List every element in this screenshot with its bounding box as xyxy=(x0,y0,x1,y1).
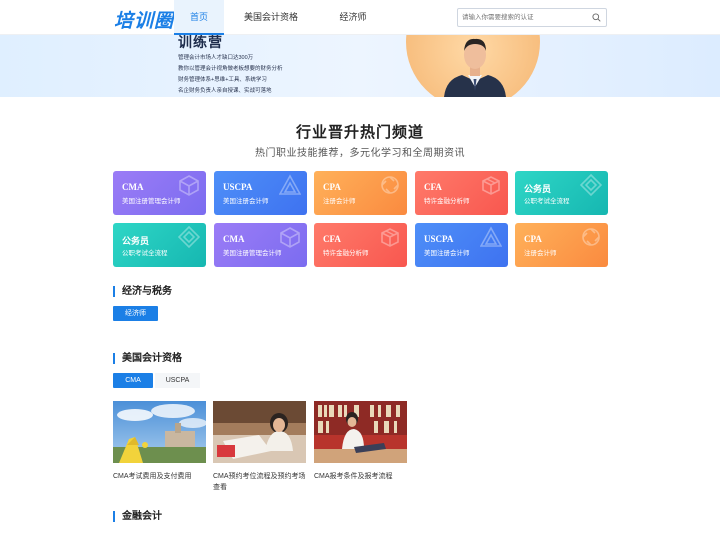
nav-item-economist[interactable]: 经济师 xyxy=(318,0,388,35)
channel-card-subtitle: 注册会计师 xyxy=(524,250,557,257)
channel-card-subtitle: 公职考试全流程 xyxy=(524,198,570,205)
section-title-us-accounting: 美国会计资格 xyxy=(113,353,182,364)
channel-card[interactable]: CPA 注册会计师 xyxy=(515,223,608,267)
channel-card[interactable]: 公务员公职考试全流程 xyxy=(113,223,206,267)
channel-card[interactable]: CFA 特许金融分析师 xyxy=(415,171,508,215)
channel-card-title: CPA xyxy=(524,234,542,244)
box-icon xyxy=(381,228,399,247)
nav-item-home[interactable]: 首页 xyxy=(174,0,224,35)
banner-line: 财务管理体系+思维+工具、系统学习 xyxy=(178,77,267,83)
lecturer-photo xyxy=(444,38,506,97)
channel-card-subtitle: 美国注册管理会计师 xyxy=(122,198,181,205)
search-box xyxy=(457,8,607,27)
cycle-icon xyxy=(582,228,600,246)
channel-card-subtitle: 公职考试全流程 xyxy=(122,250,168,257)
banner-line: 管理会计市场人才缺口达300万 xyxy=(178,55,254,61)
channel-card-subtitle: 美国注册会计师 xyxy=(223,198,269,205)
channel-card-title: USCPA xyxy=(424,234,454,244)
banner-line: 名企财务负责人亲自授课、实战可落地 xyxy=(178,88,272,94)
search-input[interactable] xyxy=(462,11,590,24)
channel-card-title: 公务员 xyxy=(122,236,150,246)
article-caption-2[interactable]: CMA预约考位流程及预约考场查看 xyxy=(213,471,306,493)
cube-icon xyxy=(280,227,300,248)
channel-card-title: CPA xyxy=(323,182,341,192)
channel-card[interactable]: CPA 注册会计师 xyxy=(314,171,407,215)
article-thumbnail-1[interactable] xyxy=(113,401,206,463)
channel-card-subtitle: 特许金融分析师 xyxy=(424,198,470,205)
diamond-icon xyxy=(580,174,602,196)
triangle-icon xyxy=(279,174,301,195)
campus-photo xyxy=(113,401,206,463)
article-thumbnail-2[interactable] xyxy=(213,401,306,463)
hot-channels-subtitle: 热门职业技能推荐，多元化学习和全周期资讯 xyxy=(255,148,465,159)
cycle-icon xyxy=(381,176,399,194)
main-nav: 首页 美国会计资格 经济师 xyxy=(174,0,388,35)
channel-card[interactable]: 公务员公职考试全流程 xyxy=(515,171,608,215)
channel-card[interactable]: CFA 特许金融分析师 xyxy=(314,223,407,267)
hot-channels-title: 行业晋升热门频道 xyxy=(295,124,424,141)
channel-card[interactable]: CMA 美国注册管理会计师 xyxy=(113,171,206,215)
channel-card-title: CFA xyxy=(424,182,442,192)
diamond-icon xyxy=(178,226,200,248)
channel-card-subtitle: 注册会计师 xyxy=(323,198,356,205)
top-header: 培训圈 首页 美国会计资格 经济师 xyxy=(0,0,720,35)
promo-banner[interactable]: 训练营 管理会计市场人才缺口达300万 教你以管理会计视角做老板想要的财务分析 … xyxy=(0,35,720,97)
banner-text: 管理会计市场人才缺口达300万 教你以管理会计视角做老板想要的财务分析 财务管理… xyxy=(178,53,283,97)
channel-card-title: USCPA xyxy=(223,182,253,192)
article-caption-1[interactable]: CMA考试费用及支付费用 xyxy=(113,471,206,482)
cube-icon xyxy=(179,175,199,196)
banner-title: 训练营 xyxy=(178,35,223,50)
channel-card-subtitle: 美国注册管理会计师 xyxy=(223,250,282,257)
box-icon xyxy=(482,176,500,195)
article-caption-3[interactable]: CMA报考条件及报考流程 xyxy=(314,471,407,482)
section-title-finance: 金融会计 xyxy=(113,511,162,522)
channel-card-title: CFA xyxy=(323,234,341,244)
banner-line: 教你以管理会计视角做老板想要的财务分析 xyxy=(178,66,283,72)
site-logo[interactable]: 培训圈 xyxy=(114,6,174,33)
channel-card[interactable]: CMA 美国注册管理会计师 xyxy=(214,223,307,267)
tab-cma[interactable]: CMA xyxy=(113,373,153,388)
economist-button[interactable]: 经济师 xyxy=(113,306,158,321)
study-photo xyxy=(213,401,306,463)
library-photo xyxy=(314,401,407,463)
channel-card-title: 公务员 xyxy=(524,184,552,194)
tab-uscpa[interactable]: USCPA xyxy=(155,373,200,388)
triangle-icon xyxy=(480,226,502,247)
channel-card[interactable]: USCPA 美国注册会计师 xyxy=(415,223,508,267)
section-title-econ: 经济与税务 xyxy=(113,286,172,297)
article-thumbnail-3[interactable] xyxy=(314,401,407,463)
channel-card-title: CMA xyxy=(223,234,245,244)
channel-card-subtitle: 美国注册会计师 xyxy=(424,250,470,257)
nav-item-us-accounting[interactable]: 美国会计资格 xyxy=(224,0,318,35)
search-icon[interactable] xyxy=(592,13,601,22)
channel-card-title: CMA xyxy=(122,182,144,192)
channel-card-subtitle: 特许金融分析师 xyxy=(323,250,369,257)
channel-card[interactable]: USCPA 美国注册会计师 xyxy=(214,171,307,215)
